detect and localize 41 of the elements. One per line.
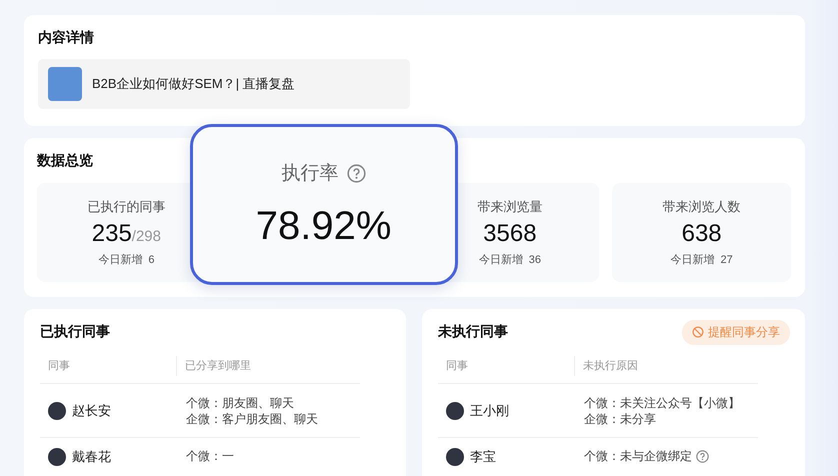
help-icon [696, 450, 709, 462]
stat-label: 执行率 [282, 162, 339, 186]
column-header: 未执行原因 [574, 356, 758, 376]
section-title: 未执行同事 [438, 323, 508, 341]
column-header: 同事 [47, 359, 71, 374]
section-title: 已执行同事 [40, 323, 110, 341]
avatar [446, 448, 464, 466]
today-label: 今日新增 [478, 252, 523, 267]
share-detail: 企微：未分享 [584, 410, 656, 426]
stat-label: 带来浏览人数 [662, 198, 741, 216]
section-title: 内容详情 [38, 29, 95, 47]
help-icon [346, 164, 366, 182]
colleague-name: 李宝 [470, 448, 496, 466]
colleague-name: 赵长安 [72, 402, 111, 420]
stat-value: 638 [682, 220, 722, 248]
avatar [48, 402, 66, 420]
stat-label: 带来浏览量 [477, 198, 542, 216]
section-title: 数据总览 [37, 152, 94, 170]
colleague-name: 王小刚 [470, 402, 509, 420]
column-header: 已分享到哪里 [176, 356, 360, 376]
avatar [48, 448, 66, 466]
stat-value: 235 [92, 220, 132, 248]
share-detail: 个微：朋友圈、聊天 [186, 394, 294, 410]
stat-total: /298 [132, 228, 161, 245]
today-label: 今日新增 [98, 252, 142, 267]
stat-value: 78.92% [256, 204, 392, 249]
share-detail: 企微：客户朋友圈、聊天 [186, 410, 318, 426]
stat-value: 3568 [483, 220, 537, 248]
stat-label: 已执行的同事 [87, 198, 166, 216]
share-detail: 个微：一 [186, 448, 234, 464]
share-detail: 个微：未关注公众号【小微】 [584, 394, 740, 410]
today-label: 今日新增 [670, 252, 714, 267]
column-header: 同事 [445, 359, 469, 374]
today-value: 36 [528, 254, 541, 266]
thumbnail-placeholder [48, 67, 82, 101]
share-detail: 个微：未与企微绑定 [584, 448, 692, 464]
avatar [446, 402, 464, 420]
colleague-name: 戴春花 [72, 448, 111, 466]
today-value: 27 [720, 254, 733, 266]
today-value: 6 [148, 254, 154, 266]
content-item[interactable]: B2B企业如何做好SEM？| 直播复盘 [38, 59, 410, 109]
